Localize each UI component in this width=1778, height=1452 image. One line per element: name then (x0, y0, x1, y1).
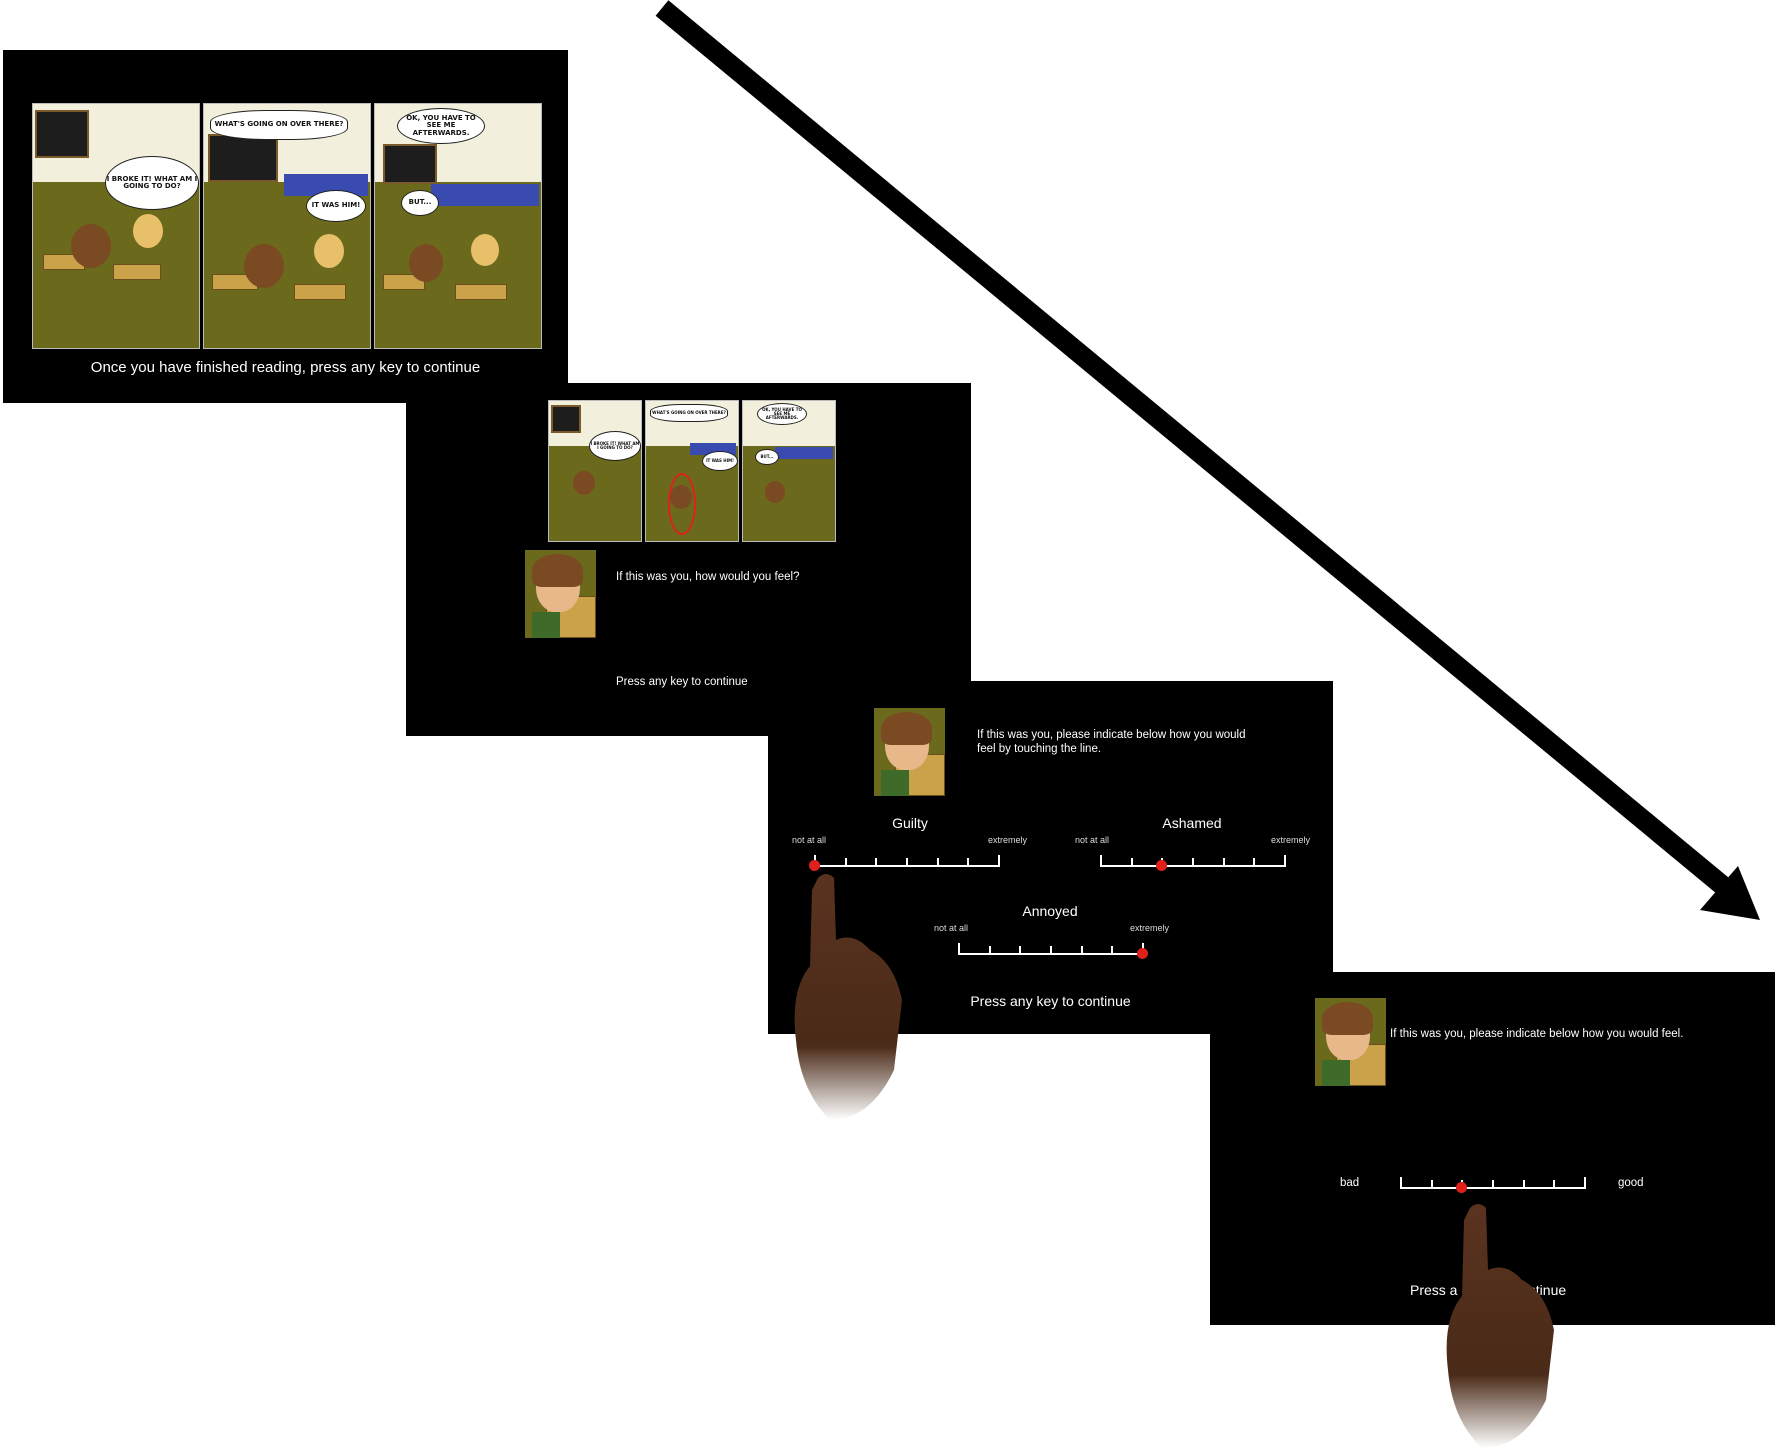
character-portrait (874, 708, 945, 796)
speech-bubble: IT WAS HIM! (702, 451, 738, 471)
scale-tick (844, 858, 847, 866)
scale-tick (1584, 1177, 1586, 1189)
rating-scale-valence[interactable] (1400, 1177, 1586, 1193)
speech-bubble: BUT... (755, 449, 779, 465)
scale-low-label: bad (1340, 1177, 1360, 1189)
speech-bubble: WHAT'S GOING ON OVER THERE? (210, 110, 348, 140)
speech-bubble: IT WAS HIM! (306, 190, 366, 222)
scale-tick (998, 855, 1000, 867)
scale-tick (1019, 946, 1022, 954)
comic-panel-2: WHAT'S GOING ON OVER THERE? IT WAS HIM! (645, 400, 739, 542)
comic-panel-3: OK, YOU HAVE TO SEE ME AFTERWARDS. BUT..… (742, 400, 836, 542)
rating-scale-annoyed[interactable] (958, 943, 1148, 959)
speech-bubble: BUT... (401, 190, 439, 216)
scale-high-label: extremely (988, 835, 1028, 845)
scale-high-label: extremely (1130, 923, 1170, 933)
pointing-finger-icon (1446, 1204, 1554, 1448)
instruction-text: If this was you, please indicate below h… (977, 729, 1246, 755)
scale-tick (1080, 946, 1083, 954)
scale-tick (1553, 1180, 1556, 1188)
scale-low-label: not at all (792, 835, 827, 845)
scale-tick (967, 858, 970, 866)
scale-low-label: not at all (1075, 835, 1110, 845)
scale-tick (1522, 1180, 1525, 1188)
character-portrait (525, 550, 596, 638)
scale-tick (958, 943, 960, 955)
continue-caption: Once you have finished reading, press an… (90, 359, 481, 376)
speech-bubble: I BROKE IT! WHAT AM I GOING TO DO? (105, 156, 199, 210)
scale-tick (1050, 946, 1052, 954)
pointing-finger-icon (794, 874, 902, 1120)
character-portrait (1315, 998, 1386, 1086)
instruction-text: If this was you, please indicate below h… (1390, 1028, 1684, 1040)
scale-low-label: not at all (934, 923, 969, 933)
scale-tick (1400, 1177, 1402, 1189)
rating-marker[interactable] (1155, 860, 1167, 871)
scale-tick (1430, 1180, 1433, 1188)
scale-tick (988, 946, 991, 954)
scale-high-label: good (1618, 1177, 1644, 1189)
scale-label-ashamed: Ashamed (1162, 815, 1222, 831)
rating-marker[interactable] (1455, 1182, 1467, 1193)
rating-marker[interactable] (1137, 948, 1148, 959)
scale-label-guilty: Guilty (892, 815, 928, 831)
scale-label-annoyed: Annoyed (1022, 903, 1078, 919)
rating-scale-guilty[interactable] (809, 855, 1000, 871)
scale-tick (906, 858, 908, 866)
comic-panel-1: I BROKE IT! WHAT AM I GOING TO DO? (548, 400, 642, 542)
question-text: If this was you, how would you feel? (616, 571, 800, 583)
scale-tick (1192, 858, 1194, 866)
scale-tick (1222, 858, 1225, 866)
screen-story: I BROKE IT! WHAT AM I GOING TO DO? WHAT'… (3, 50, 568, 403)
scale-tick (1284, 855, 1286, 867)
scale-tick (875, 858, 878, 866)
speech-bubble: OK, YOU HAVE TO SEE ME AFTERWARDS. (397, 108, 485, 144)
scale-tick (1492, 1180, 1494, 1188)
scale-tick (1111, 946, 1114, 954)
comic-panel-1: I BROKE IT! WHAT AM I GOING TO DO? (32, 103, 200, 349)
speech-bubble: OK, YOU HAVE TO SEE ME AFTERWARDS. (757, 403, 807, 425)
scale-tick (1130, 858, 1133, 866)
speech-bubble: WHAT'S GOING ON OVER THERE? (650, 404, 728, 422)
comic-panel-3: OK, YOU HAVE TO SEE ME AFTERWARDS. BUT..… (374, 103, 542, 349)
highlight-circle (668, 473, 696, 535)
comic-strip-small: I BROKE IT! WHAT AM I GOING TO DO? WHAT'… (548, 400, 836, 542)
comic-panel-2: WHAT'S GOING ON OVER THERE? IT WAS HIM! (203, 103, 371, 349)
continue-caption: Press any key to continue (616, 676, 748, 688)
scale-tick (1100, 855, 1102, 867)
scale-tick (1253, 858, 1256, 866)
scale-high-label: extremely (1271, 835, 1311, 845)
scale-tick (936, 858, 939, 866)
comic-strip: I BROKE IT! WHAT AM I GOING TO DO? WHAT'… (32, 103, 542, 349)
speech-bubble: I BROKE IT! WHAT AM I GOING TO DO? (589, 431, 641, 461)
rating-scale-ashamed[interactable] (1100, 855, 1286, 871)
